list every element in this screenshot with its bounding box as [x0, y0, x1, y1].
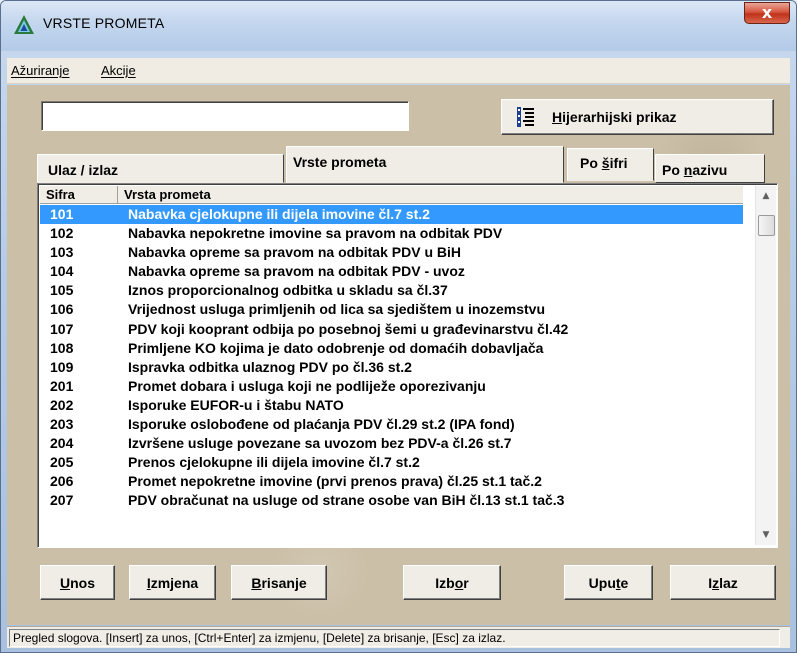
- row-code: 201: [50, 377, 74, 394]
- table-row[interactable]: 206 Promet nepokretne imovine (prvi preno…: [40, 472, 743, 491]
- table-row[interactable]: 108 Primljene KO kojima je dato odobrenje…: [40, 339, 743, 358]
- scroll-up-icon[interactable]: ▲: [756, 186, 776, 206]
- vertical-scrollbar[interactable]: ▲ ▼: [755, 186, 776, 545]
- table-row[interactable]: 109 Ispravka odbitka ulaznog PDV po čl.36…: [40, 358, 743, 377]
- close-button[interactable]: x: [744, 2, 790, 24]
- row-code: 206: [50, 473, 74, 490]
- client-area: Hijerarhijski prikaz Ulaz / izlaz Vrste …: [7, 85, 790, 625]
- app-window: VRSTE PROMETA x Ažuriranje Akcije Hijera…: [0, 0, 797, 653]
- row-code: 101: [50, 206, 74, 222]
- list-rows: 101 Nabavka cjelokupne ili dijela imovine…: [40, 205, 743, 511]
- table-row[interactable]: 107 PDV koji kooprant odbija po posebnoj …: [40, 320, 743, 339]
- row-name: Izvršene usluge povezane sa uvozom bez P…: [128, 435, 512, 452]
- row-name: Primljene KO kojima je dato odobrenje od…: [128, 339, 544, 356]
- row-name: Nabavka opreme sa pravom na odbitak PDV …: [128, 244, 461, 261]
- row-name: Isporuke oslobođene od plaćanja PDV čl.2…: [128, 416, 515, 433]
- table-row[interactable]: 207 PDV obračunat na usluge od strane oso…: [40, 491, 743, 510]
- row-code: 203: [50, 416, 74, 433]
- table-row[interactable]: 102 Nabavka nepokretne imovine sa pravom …: [40, 224, 743, 243]
- table-row[interactable]: 106 Vrijednost usluga primljenih od lica …: [40, 300, 743, 319]
- table-row[interactable]: 201 Promet dobara i usluga koji ne podlij…: [40, 377, 743, 396]
- row-code: 202: [50, 396, 74, 413]
- izbor-button[interactable]: Izb o r: [403, 565, 501, 600]
- tab-po-nazivu[interactable]: Po nazivu: [655, 154, 765, 183]
- row-name: PDV obračunat na usluge od strane osobe …: [128, 492, 565, 509]
- row-code: 205: [50, 454, 74, 471]
- window-title: VRSTE PROMETA: [43, 15, 165, 31]
- menu-azuriranje[interactable]: Ažuriranje: [11, 63, 70, 78]
- table-row[interactable]: 103 Nabavka opreme sa pravom na odbitak P…: [40, 243, 743, 262]
- status-bar: Pregled slogova. [Insert] za unos, [Ctrl…: [7, 626, 790, 648]
- row-code: 204: [50, 435, 74, 452]
- row-code: 105: [50, 282, 74, 299]
- upute-button[interactable]: Upu t e: [564, 565, 653, 600]
- row-code: 102: [50, 225, 74, 242]
- hierarchy-view-button[interactable]: Hijerarhijski prikaz: [501, 99, 774, 135]
- tab-po-sifri[interactable]: Po šifri: [567, 148, 654, 181]
- row-code: 106: [50, 301, 74, 318]
- izlaz-button[interactable]: Iz laz: [670, 565, 776, 600]
- scroll-down-icon[interactable]: ▼: [756, 525, 776, 545]
- table-row[interactable]: 104 Nabavka opreme sa pravom na odbitak P…: [40, 262, 743, 281]
- brisanje-button[interactable]: Brisanje: [231, 565, 327, 600]
- izmjena-button[interactable]: Izmjena: [129, 565, 216, 600]
- row-name: Prenos cjelokupne ili dijela imovine čl.…: [128, 454, 420, 471]
- row-name: Nabavka opreme sa pravom na odbitak PDV …: [128, 263, 465, 280]
- row-name: Isporuke EUFOR-u i štabu NATO: [128, 396, 344, 413]
- column-header-vrsta-prometa[interactable]: Vrsta prometa: [118, 186, 743, 204]
- row-name: Nabavka cjelokupne ili dijela imovine čl…: [128, 206, 430, 222]
- row-code: 107: [50, 320, 74, 337]
- row-code: 104: [50, 263, 74, 280]
- table-row[interactable]: 101 Nabavka cjelokupne ili dijela imovine…: [40, 205, 743, 225]
- row-code: 103: [50, 244, 74, 261]
- table-row[interactable]: 105 Iznos proporcionalnog odbitka u sklad…: [40, 281, 743, 300]
- row-name: Promet dobara i usluga koji ne podliježe…: [128, 377, 486, 394]
- unos-button[interactable]: Unos: [40, 565, 115, 600]
- row-name: Nabavka nepokretne imovine sa pravom na …: [128, 225, 503, 242]
- menu-bar: Ažuriranje Akcije: [7, 58, 790, 84]
- row-name: PDV koji kooprant odbija po posebnoj šem…: [128, 320, 569, 337]
- row-name: Ispravka odbitka ulaznog PDV po čl.36 st…: [128, 358, 412, 375]
- table-row[interactable]: 205 Prenos cjelokupne ili dijela imovine …: [40, 453, 743, 472]
- search-input[interactable]: [41, 101, 409, 131]
- menu-akcije[interactable]: Akcije: [101, 63, 136, 78]
- column-header-sifra[interactable]: Sifra: [40, 186, 118, 204]
- hierarchy-icon: [517, 107, 534, 127]
- scroll-thumb[interactable]: [758, 215, 775, 236]
- row-name: Iznos proporcionalnog odbitka u skladu s…: [128, 282, 448, 299]
- row-code: 108: [50, 339, 74, 356]
- prometa-list[interactable]: Sifra Vrsta prometa 101 Nabavka cjelokupn…: [37, 183, 778, 548]
- tab-vrste-prometa[interactable]: Vrste prometa: [286, 146, 564, 183]
- hierarchy-view-label: Hijerarhijski prikaz: [552, 109, 677, 125]
- row-code: 207: [50, 492, 74, 509]
- table-row[interactable]: 202 Isporuke EUFOR-u i štabu NATO: [40, 396, 743, 415]
- row-code: 109: [50, 358, 74, 375]
- status-text: Pregled slogova. [Insert] za unos, [Ctrl…: [9, 629, 780, 647]
- title-bar[interactable]: VRSTE PROMETA x: [1, 1, 796, 51]
- row-name: Vrijednost usluga primljenih od lica sa …: [128, 301, 545, 318]
- table-row[interactable]: 203 Isporuke oslobođene od plaćanja PDV č…: [40, 415, 743, 434]
- table-row[interactable]: 204 Izvršene usluge povezane sa uvozom be…: [40, 434, 743, 453]
- app-triangle-icon: [14, 15, 34, 34]
- list-header: Sifra Vrsta prometa: [40, 186, 743, 204]
- row-name: Promet nepokretne imovine (prvi prenos p…: [128, 473, 542, 490]
- tab-ulaz-izlaz[interactable]: Ulaz / izlaz: [37, 154, 284, 183]
